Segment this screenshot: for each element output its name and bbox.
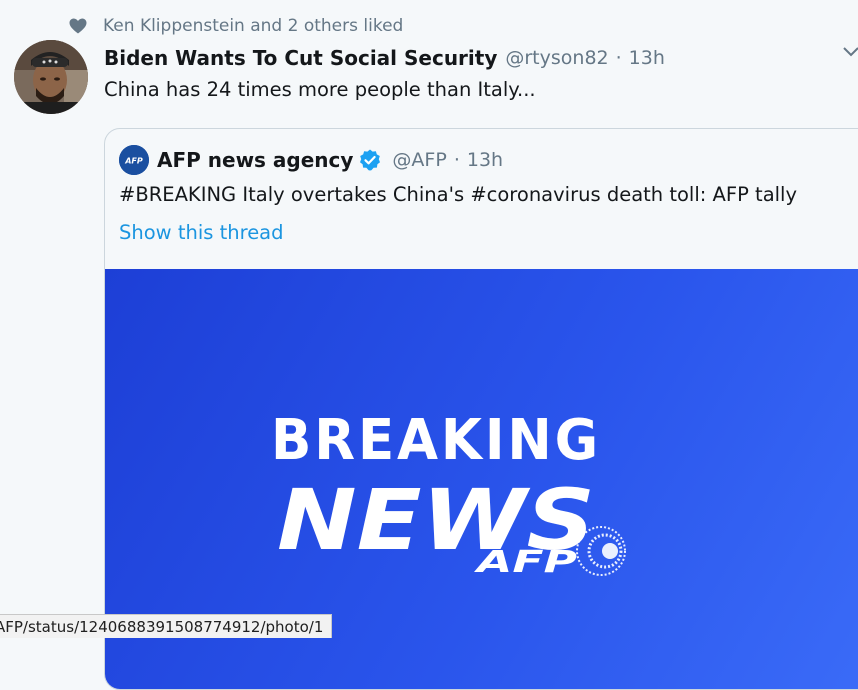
avatar[interactable]	[14, 40, 88, 114]
quoted-author-name[interactable]: AFP news agency	[157, 148, 353, 172]
social-context: Ken Klippenstein and 2 others liked	[66, 14, 403, 38]
author-name[interactable]: Biden Wants To Cut Social Security	[104, 46, 497, 70]
quoted-tweet-time[interactable]: 13h	[467, 149, 503, 171]
heart-icon	[66, 14, 90, 38]
quoted-tweet[interactable]: AFP AFP news agency @AFP · 13h #BREAKING…	[104, 128, 858, 690]
afp-logo-text: AFP	[474, 545, 577, 580]
chevron-down-icon[interactable]	[840, 40, 858, 62]
status-bar-text: AFP/status/1240688391508774912/photo/1	[0, 617, 324, 636]
separator: ·	[453, 149, 460, 171]
verified-icon	[358, 148, 382, 172]
afp-avatar-text: AFP	[124, 157, 143, 166]
quoted-tweet-header: AFP AFP news agency @AFP · 13h	[119, 145, 503, 175]
breaking-text: BREAKING	[271, 408, 601, 473]
author-handle[interactable]: @rtyson82	[505, 47, 608, 69]
quoted-tweet-text: #BREAKING Italy overtakes China's #coron…	[119, 183, 798, 206]
status-bar-url: AFP/status/1240688391508774912/photo/1	[0, 614, 333, 638]
tweet-time[interactable]: 13h	[629, 47, 665, 69]
tweet-header: Biden Wants To Cut Social Security @rtys…	[104, 44, 665, 72]
quoted-author-handle[interactable]: @AFP	[392, 149, 446, 171]
separator: ·	[615, 47, 622, 69]
show-thread-link[interactable]: Show this thread	[119, 221, 284, 244]
social-context-text[interactable]: Ken Klippenstein and 2 others liked	[103, 16, 403, 36]
tweet-text: China has 24 times more people than Ital…	[104, 78, 536, 101]
afp-avatar[interactable]: AFP	[119, 145, 149, 175]
